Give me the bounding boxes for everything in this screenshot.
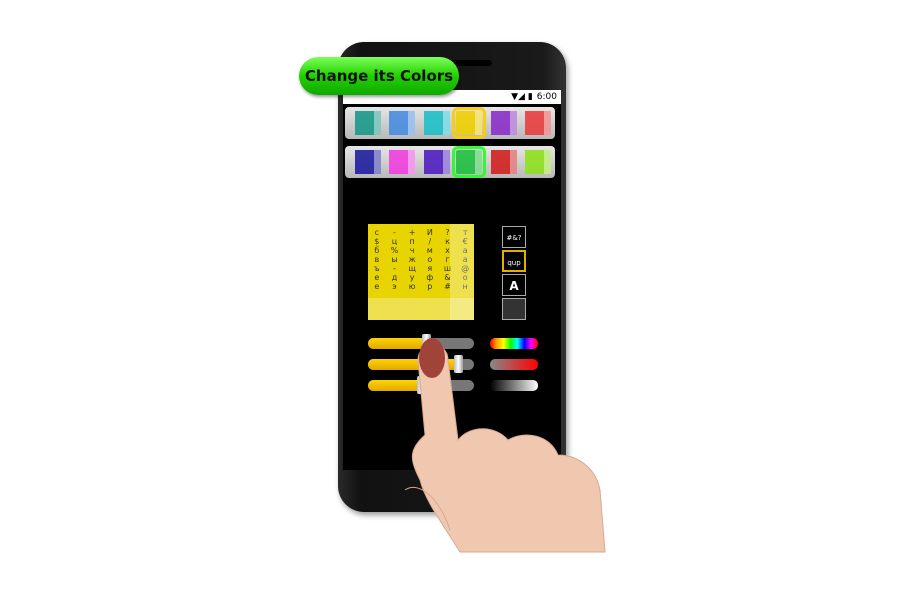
preview-key: е [374, 282, 380, 291]
theme-tile[interactable] [452, 107, 486, 139]
preview-key: в [374, 255, 380, 264]
theme-tile[interactable] [491, 150, 517, 174]
preview-key: ф [426, 273, 434, 282]
preview-key: + [408, 228, 416, 237]
preview-key: / [428, 237, 432, 246]
preview-key: б [374, 246, 380, 255]
keyboard-preview: с - + И? т $ ц п / к € б% ч м х а в ы ж о г а ъ - щ я ш @ е д у ф & о е э ю р… [368, 224, 474, 320]
status-icons: ▼◢ ▮ [511, 92, 533, 102]
theme-row-2 [345, 146, 555, 178]
theme-tile[interactable] [424, 150, 450, 174]
preview-key: % [390, 246, 399, 255]
preview-key: $ [374, 237, 380, 246]
preview-key: м [426, 246, 433, 255]
theme-tile[interactable] [424, 111, 450, 135]
preview-key: у [409, 273, 415, 282]
preview-key: - [393, 228, 396, 237]
preview-key: р [427, 282, 433, 291]
preview-key: ъ [374, 264, 380, 273]
preview-key: ч [409, 246, 415, 255]
status-time: 6:00 [536, 92, 557, 102]
preview-key: д [391, 273, 398, 282]
hand-pointer-image [404, 338, 606, 553]
preview-key: о [427, 255, 433, 264]
preview-key: ы [391, 255, 398, 264]
preview-key: п [409, 237, 415, 246]
theme-tile[interactable] [525, 111, 551, 135]
preview-key: э [392, 282, 397, 291]
theme-tile[interactable] [525, 150, 551, 174]
preview-key: ж [408, 255, 416, 264]
preview-key: е [374, 273, 380, 282]
preview-key: с [374, 228, 380, 237]
layout-option-symbols[interactable]: #&? [502, 226, 526, 248]
preview-key: ю [408, 282, 416, 291]
layout-option-letters[interactable]: qup [502, 250, 526, 272]
preview-key: И [426, 228, 433, 237]
theme-tile[interactable] [452, 146, 486, 178]
theme-row-1 [345, 107, 555, 139]
change-colors-banner: Change its Colors [299, 57, 459, 95]
theme-tile[interactable] [491, 111, 517, 135]
theme-tile[interactable] [389, 111, 415, 135]
theme-tile[interactable] [355, 111, 381, 135]
preview-key: щ [408, 264, 416, 273]
layout-option-font[interactable]: A [502, 274, 526, 296]
layout-option-background[interactable] [502, 298, 526, 320]
preview-key: - [393, 264, 396, 273]
preview-key: я [427, 264, 433, 273]
preview-key: ц [391, 237, 398, 246]
theme-tile[interactable] [355, 150, 381, 174]
theme-tile[interactable] [389, 150, 415, 174]
